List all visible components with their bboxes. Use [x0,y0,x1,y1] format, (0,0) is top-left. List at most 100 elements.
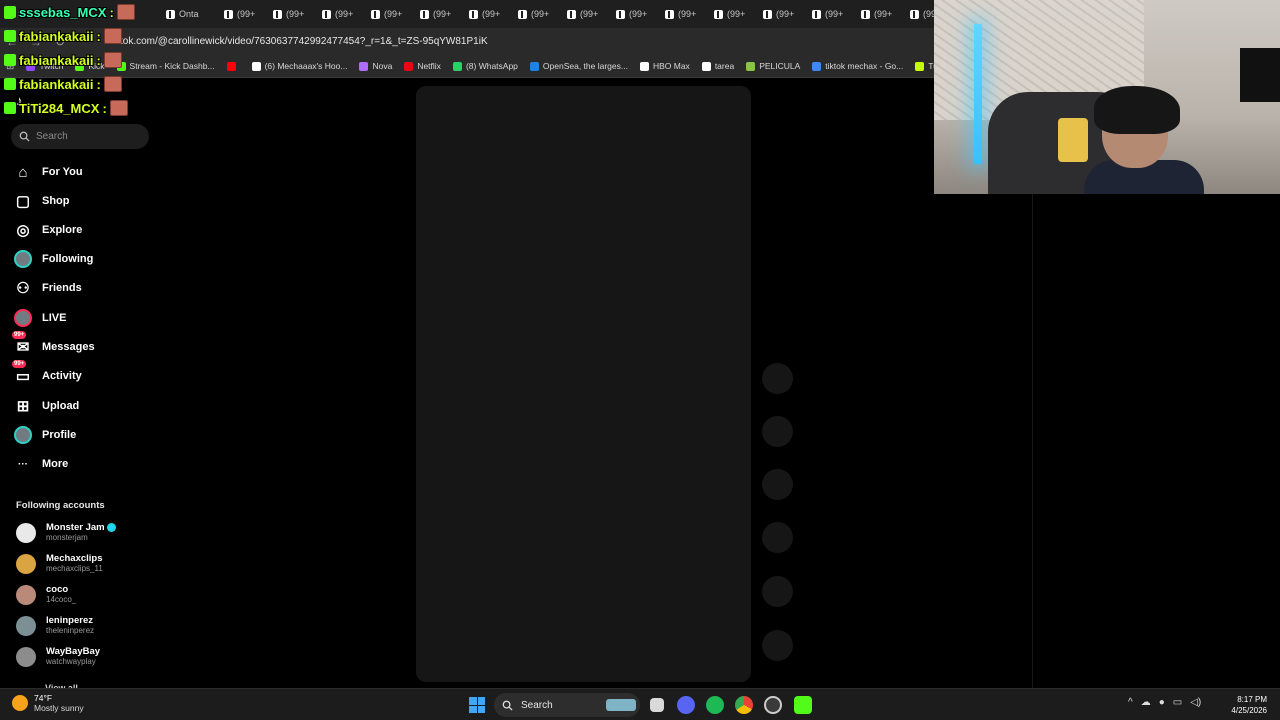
bookmark-item[interactable]: Nova [353,61,398,71]
discord-icon[interactable] [677,696,695,714]
obs-icon[interactable] [764,696,782,714]
bookmark-item[interactable]: OpenSea, the larges... [524,61,634,71]
browser-tab[interactable]: (99+ [267,0,316,28]
tiktok-icon [322,9,331,19]
chat-badge-icon [4,54,16,66]
chat-badge-icon [4,30,16,42]
following-accounts-title: Following accounts [16,500,105,511]
nav-item-messages[interactable]: ✉ 99+ Messages [12,331,95,357]
browser-tab[interactable]: (99+ [708,0,757,28]
tiktok-icon [861,9,870,19]
account-name: leninperez [46,615,93,626]
chat-separator: : [96,28,101,44]
compass-icon: ◎ [16,222,30,239]
chat-username: sssebas_MCX [19,4,107,20]
nav-item-profile[interactable]: Profile [14,425,76,445]
nav-item-live[interactable]: LIVE [14,308,66,328]
tab-label: (99+ [629,9,648,19]
kick-icon[interactable] [794,696,812,714]
favorite-button[interactable] [762,469,793,500]
bookmark-item[interactable]: (8) WhatsApp [447,61,524,71]
search-input[interactable]: Search [11,124,149,149]
mic-icon[interactable]: ● [1159,697,1165,708]
more-actions-button[interactable] [762,576,793,607]
browser-tab[interactable]: (99+ [218,0,267,28]
share-button[interactable] [762,522,793,553]
taskbar-search[interactable]: Search [494,693,640,717]
bookmark-item[interactable]: Netflix [398,61,447,71]
following-account[interactable]: leninperez theleninperez [16,615,94,636]
bookmark-item[interactable]: HBO Max [634,61,696,71]
browser-tab[interactable]: (99+ [414,0,463,28]
browser-tab[interactable]: (99+ [855,0,904,28]
bookmark-label: (8) WhatsApp [465,61,518,71]
following-account[interactable]: coco 14coco_ [16,584,76,605]
more-icon: ··· [18,458,28,470]
nav-item-activity[interactable]: ▭ 99+ Activity [12,360,82,386]
spotify-icon[interactable] [706,696,724,714]
weather-widget[interactable]: 74°F Mostly sunny [12,693,84,713]
browser-tab[interactable]: (99+ [365,0,414,28]
nav-item-upload[interactable]: ⊞ Upload [14,396,80,416]
volume-icon[interactable]: ◁) [1190,697,1201,708]
video-player-placeholder[interactable] [416,86,751,682]
activity-icon: ▭ 99+ [12,360,31,385]
browser-tab[interactable]: (99+ [757,0,806,28]
browser-tab[interactable]: (99+ [561,0,610,28]
tab-label: (99+ [237,9,256,19]
browser-tab[interactable]: (99+ [806,0,855,28]
account-name: coco [46,584,69,595]
tab-label: (99+ [433,9,452,19]
bookmark-item[interactable]: Turn You [909,61,934,71]
webcam-monitor [1240,48,1280,102]
profile-avatar-icon [14,426,32,444]
bookmark-item[interactable] [221,61,246,71]
nav-item-friends[interactable]: ⚇ Friends [14,278,82,298]
address-bar[interactable]: tiktok.com/@carollinewick/video/76306377… [102,31,924,52]
tab-label: (99+ [384,9,403,19]
bookmark-icon [251,61,261,71]
bookmark-item[interactable]: tiktok mechax - Go... [806,61,909,71]
avatar [16,522,36,543]
browser-tab[interactable]: (99+ [316,0,365,28]
following-account[interactable]: Monster Jam monsterjam [16,522,116,543]
taskbar-search-label: Search [521,699,553,711]
nav-item-explore[interactable]: ◎ Explore [14,220,82,240]
following-account[interactable]: Mechaxclips mechaxclips_11 [16,553,103,574]
nav-item-label: Following [42,253,94,265]
sound-button[interactable] [762,630,793,661]
following-account[interactable]: WayBayBay watchwayplay [16,646,100,667]
browser-tab[interactable]: (99+ [463,0,512,28]
bookmark-item[interactable]: PELICULA [740,61,806,71]
stream-chat-overlay: sssebas_MCX: fabiankakaii: fabiankakaii: fa… [4,0,164,120]
notification-badge: 99+ [12,360,27,368]
system-tray: ^ ☁ ● ▭ ◁) [1128,697,1201,708]
chat-emote-icon [103,52,122,68]
browser-tab[interactable]: (99+ [512,0,561,28]
account-handle: mechaxclips_11 [46,564,103,573]
nav-item-following[interactable]: Following [14,249,93,269]
chrome-icon[interactable] [735,696,753,714]
browser-tab[interactable]: (99+ [610,0,659,28]
nav-item-label: Messages [42,341,95,353]
nav-item-for-you[interactable]: ⌂ For You [14,162,82,182]
cloud-icon[interactable]: ☁ [1141,697,1151,708]
chat-emote-icon [103,76,122,92]
browser-tab[interactable]: Onta [160,0,218,28]
tray-chevron-icon[interactable]: ^ [1128,697,1133,708]
url-text: tiktok.com/@carollinewick/video/76306377… [110,36,488,47]
display-icon[interactable]: ▭ [1173,697,1182,708]
comment-button[interactable] [762,416,793,447]
like-button[interactable] [762,363,793,394]
browser-tab[interactable]: (99+ [904,0,934,28]
nav-item-shop[interactable]: ▢ Shop [14,191,70,211]
windows-start-icon[interactable] [469,697,485,713]
nav-item-label: Friends [42,282,82,294]
bookmark-icon [404,61,414,71]
file-explorer-icon[interactable] [650,698,664,712]
clock[interactable]: 8:17 PM 4/25/2026 [1225,694,1267,716]
bookmark-item[interactable]: tarea [696,61,740,71]
nav-item-more[interactable]: ··· More [14,454,68,474]
bookmark-item[interactable]: (6) Mechaaax's Hoo... [246,61,354,71]
browser-tab[interactable]: (99+ [659,0,708,28]
